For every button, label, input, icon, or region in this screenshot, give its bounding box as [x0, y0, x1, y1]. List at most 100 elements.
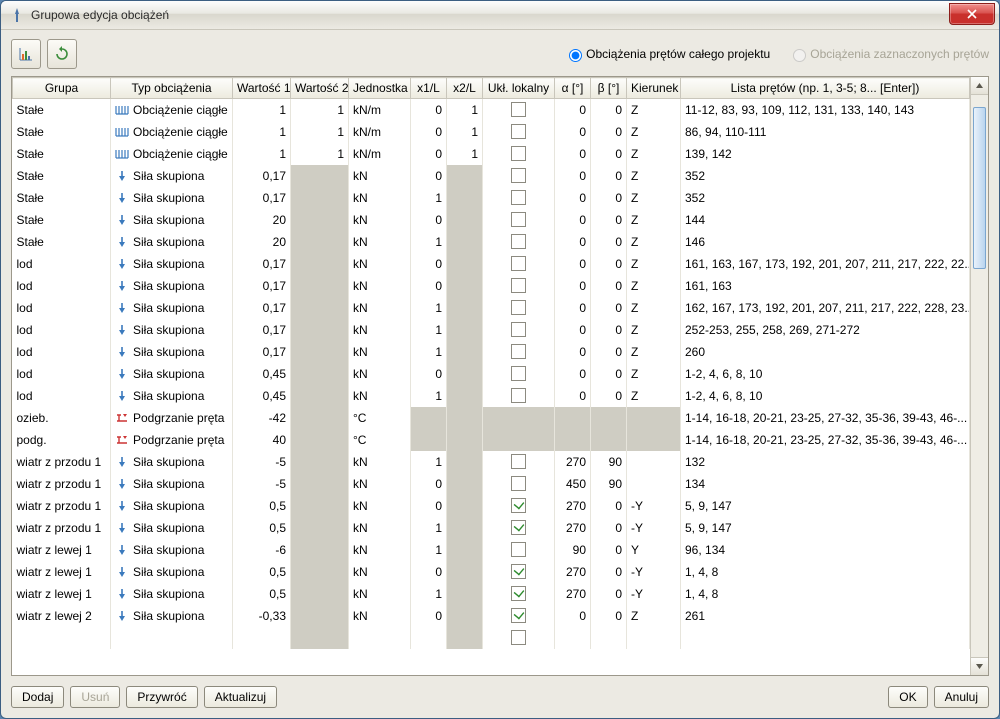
cell-beta[interactable]: 0 [591, 253, 627, 275]
cell-w1[interactable]: 0,17 [233, 297, 291, 319]
cell-unit[interactable]: kN [349, 231, 411, 253]
cell-typ[interactable]: Obciążenie ciągłe [111, 99, 233, 121]
cell-x1[interactable] [411, 407, 447, 429]
table-row[interactable]: StałeSiła skupiona0,17kN000Z352 [13, 165, 970, 187]
cell-w2[interactable] [291, 451, 349, 473]
cell-lista[interactable]: 161, 163, 167, 173, 192, 201, 207, 211, … [681, 253, 970, 275]
checkbox-icon[interactable] [511, 586, 526, 601]
radio-all-project[interactable]: Obciążenia prętów całego projektu [564, 46, 770, 62]
cell-grupa[interactable]: lod [13, 275, 111, 297]
checkbox-icon[interactable] [511, 344, 526, 359]
cell-beta[interactable]: 0 [591, 319, 627, 341]
cell-x1[interactable]: 0 [411, 605, 447, 627]
table-row[interactable]: StałeSiła skupiona20kN100Z146 [13, 231, 970, 253]
cell-x2[interactable] [447, 561, 483, 583]
cell-unit[interactable]: kN [349, 363, 411, 385]
cell-x2[interactable] [447, 165, 483, 187]
cell-w2[interactable] [291, 605, 349, 627]
cell-alpha[interactable]: 0 [555, 187, 591, 209]
checkbox-icon[interactable] [511, 124, 526, 139]
cell-ukl[interactable] [483, 473, 555, 495]
cell-kier[interactable]: Z [627, 253, 681, 275]
checkbox-icon[interactable] [511, 520, 526, 535]
scroll-thumb[interactable] [973, 107, 986, 269]
table-row[interactable]: wiatr z lewej 1Siła skupiona0,5kN12700-Y… [13, 583, 970, 605]
cell-unit[interactable]: kN [349, 517, 411, 539]
cell-kier[interactable]: -Y [627, 517, 681, 539]
cell-typ[interactable]: Siła skupiona [111, 583, 233, 605]
cell-w2[interactable] [291, 341, 349, 363]
cell-kier[interactable]: Z [627, 363, 681, 385]
cell-unit[interactable]: kN [349, 495, 411, 517]
cell-x1[interactable]: 1 [411, 539, 447, 561]
scroll-up-button[interactable] [971, 77, 988, 95]
cell-lista[interactable]: 146 [681, 231, 970, 253]
table-row[interactable]: wiatr z przodu 1Siła skupiona0,5kN02700-… [13, 495, 970, 517]
table-row[interactable]: lodSiła skupiona0,17kN100Z162, 167, 173,… [13, 297, 970, 319]
cell-grupa[interactable]: wiatr z przodu 1 [13, 495, 111, 517]
cell-lista[interactable]: 96, 134 [681, 539, 970, 561]
checkbox-icon[interactable] [511, 102, 526, 117]
cell-alpha[interactable]: 270 [555, 561, 591, 583]
cell-alpha[interactable] [555, 407, 591, 429]
cell-x2[interactable]: 1 [447, 121, 483, 143]
restore-button[interactable]: Przywróć [126, 686, 197, 708]
cell-grupa[interactable]: wiatr z przodu 1 [13, 517, 111, 539]
table-row[interactable]: lodSiła skupiona0,17kN000Z161, 163, 167,… [13, 253, 970, 275]
cell-grupa[interactable]: wiatr z lewej 2 [13, 605, 111, 627]
cell-w2[interactable] [291, 187, 349, 209]
cell-x1[interactable]: 1 [411, 297, 447, 319]
cell-w1[interactable]: 0,5 [233, 517, 291, 539]
cell-w1[interactable]: 0,17 [233, 187, 291, 209]
cell-x2[interactable] [447, 451, 483, 473]
cell-x1[interactable]: 0 [411, 561, 447, 583]
cell-kier[interactable]: Y [627, 539, 681, 561]
cell-unit[interactable]: kN [349, 583, 411, 605]
cell-kier[interactable]: Z [627, 341, 681, 363]
cell-unit[interactable]: kN [349, 539, 411, 561]
cell-x1[interactable]: 1 [411, 385, 447, 407]
cell-w2[interactable] [291, 583, 349, 605]
checkbox-icon[interactable] [511, 190, 526, 205]
cell-w2[interactable] [291, 539, 349, 561]
cell-w2[interactable] [291, 275, 349, 297]
cell-beta[interactable]: 0 [591, 341, 627, 363]
cell-kier[interactable]: Z [627, 187, 681, 209]
cell-alpha[interactable]: 0 [555, 297, 591, 319]
cell-alpha[interactable]: 90 [555, 539, 591, 561]
cell-lista[interactable]: 139, 142 [681, 143, 970, 165]
cell-beta[interactable]: 0 [591, 165, 627, 187]
cell-x2[interactable] [447, 517, 483, 539]
cell-beta[interactable] [591, 429, 627, 451]
cell-lista[interactable]: 5, 9, 147 [681, 495, 970, 517]
cell-beta[interactable]: 0 [591, 121, 627, 143]
cell-w2[interactable] [291, 495, 349, 517]
cell-unit[interactable]: kN [349, 561, 411, 583]
cell-lista[interactable]: 1, 4, 8 [681, 583, 970, 605]
table-row[interactable]: wiatr z lewej 2Siła skupiona-0,33kN000Z2… [13, 605, 970, 627]
cell-unit[interactable]: kN [349, 297, 411, 319]
cell-kier[interactable]: Z [627, 605, 681, 627]
cell-beta[interactable] [591, 407, 627, 429]
ok-button[interactable]: OK [888, 686, 927, 708]
checkbox-icon[interactable] [511, 366, 526, 381]
cell-ukl[interactable] [483, 99, 555, 121]
cell-alpha[interactable]: 270 [555, 583, 591, 605]
checkbox-icon[interactable] [511, 278, 526, 293]
cell-lista[interactable]: 144 [681, 209, 970, 231]
table-row[interactable]: StałeObciążenie ciągłe11kN/m0100Z11-12, … [13, 99, 970, 121]
cell-kier[interactable] [627, 451, 681, 473]
cell-kier[interactable]: Z [627, 165, 681, 187]
cell-typ[interactable]: Siła skupiona [111, 319, 233, 341]
vertical-scrollbar[interactable] [970, 77, 988, 675]
cell-alpha[interactable]: 0 [555, 121, 591, 143]
cell-unit[interactable]: °C [349, 429, 411, 451]
cell-alpha[interactable]: 0 [555, 275, 591, 297]
cell-w1[interactable]: -5 [233, 451, 291, 473]
cell-unit[interactable]: kN [349, 341, 411, 363]
cell-beta[interactable]: 0 [591, 275, 627, 297]
cell-x1[interactable]: 1 [411, 583, 447, 605]
checkbox-icon[interactable] [511, 476, 526, 491]
cell-unit[interactable]: kN [349, 451, 411, 473]
cell-kier[interactable]: Z [627, 297, 681, 319]
